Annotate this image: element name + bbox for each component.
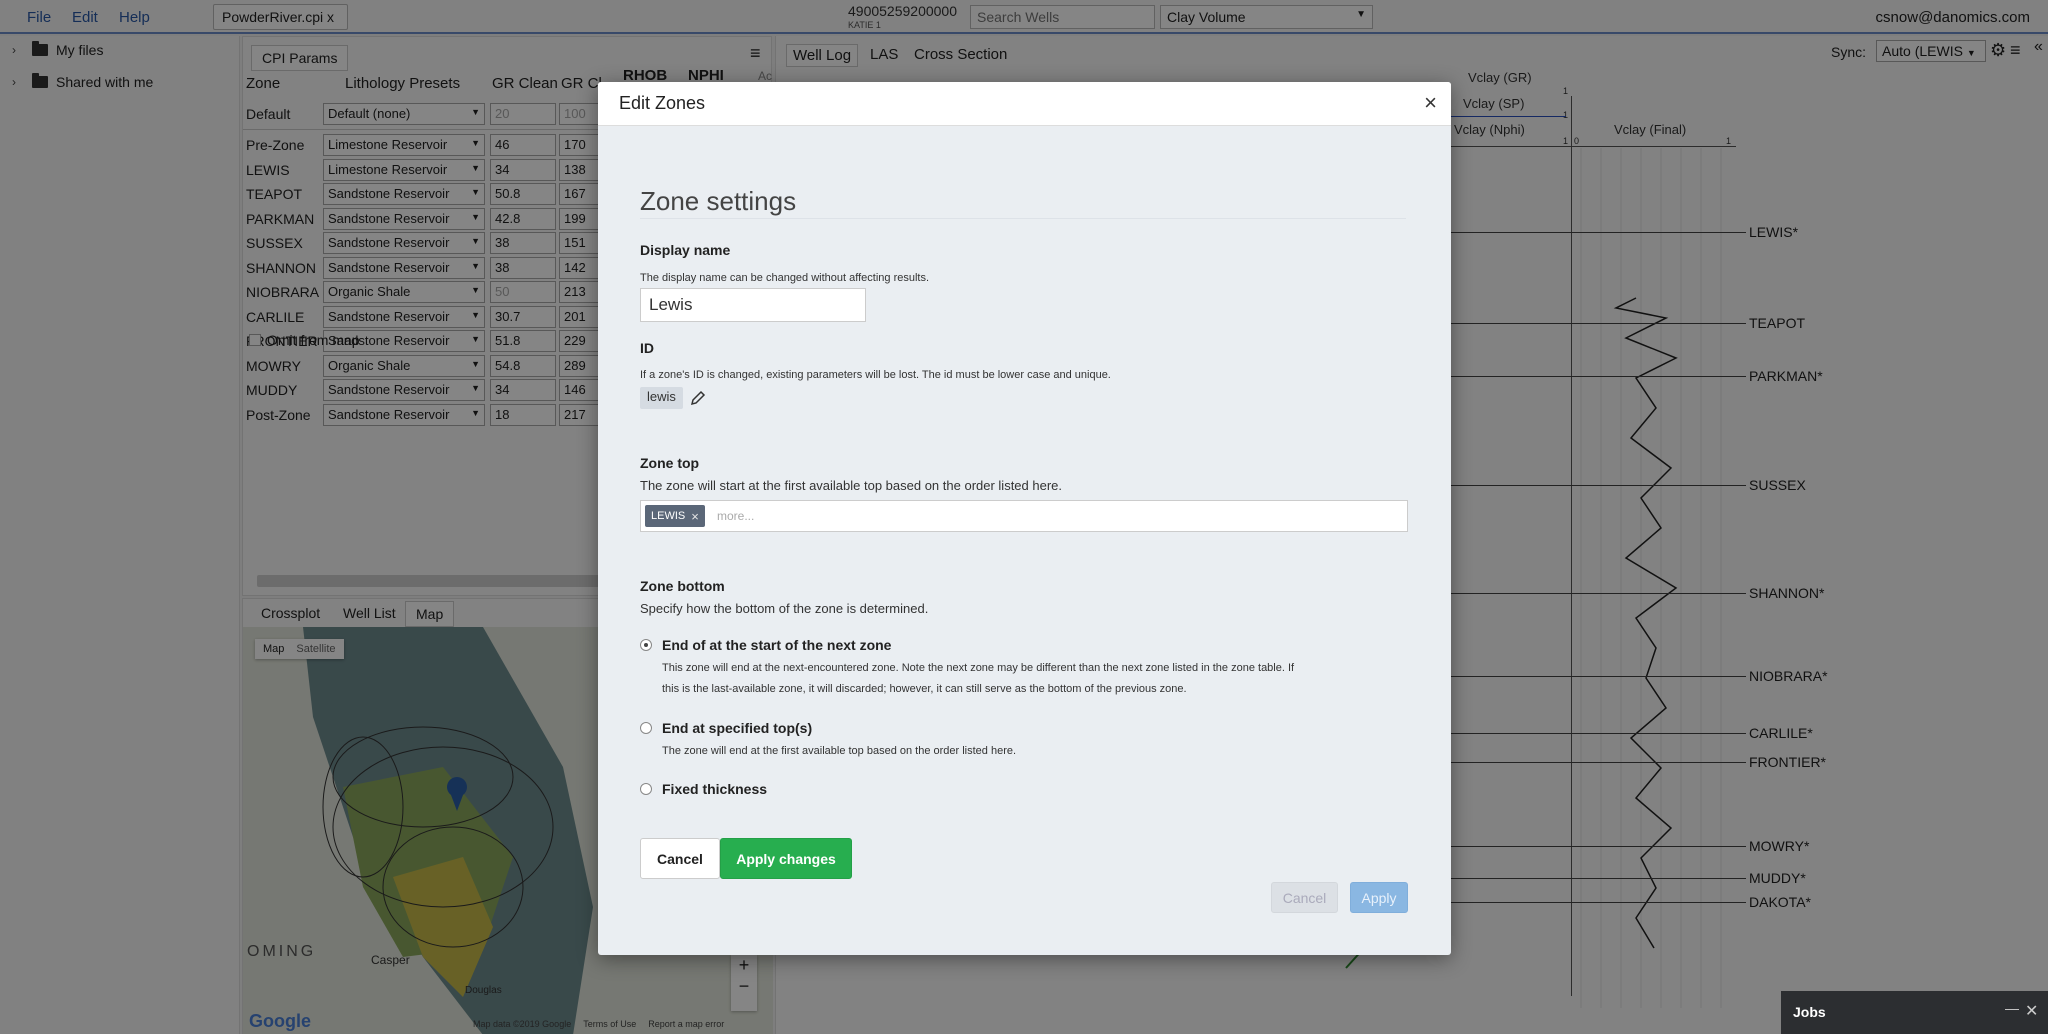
remove-tag-icon[interactable]: × — [691, 509, 699, 524]
radio-label[interactable]: End of at the start of the next zone — [662, 637, 891, 653]
section-title: Zone settings — [640, 186, 797, 216]
id-value: lewis — [640, 387, 683, 409]
zone-top-tag: LEWIS × — [645, 505, 705, 527]
zone-top-label: Zone top — [640, 455, 700, 471]
radio-desc-line: this is the last-available zone, it will… — [662, 683, 1187, 695]
close-icon[interactable]: × — [1424, 90, 1437, 116]
zone-bottom-help: Specify how the bottom of the zone is de… — [640, 601, 929, 616]
zone-top-help: The zone will start at the first availab… — [640, 478, 1063, 493]
display-name-label: Display name — [640, 242, 731, 258]
footer-cancel-button[interactable]: Cancel — [1271, 882, 1338, 913]
minimize-icon[interactable]: — — [2005, 1000, 2019, 1016]
radio-next-zone[interactable] — [640, 639, 652, 651]
pencil-icon[interactable] — [689, 389, 707, 407]
radio-label[interactable]: End at specified top(s) — [662, 720, 812, 736]
radio-desc-line: This zone will end at the next-encounter… — [662, 662, 1295, 674]
zone-bottom-label: Zone bottom — [640, 578, 725, 594]
modal-header: Edit Zones × — [598, 82, 1451, 126]
zone-top-tag-input[interactable]: LEWIS × more... — [640, 500, 1408, 532]
display-name-help: The display name can be changed without … — [640, 272, 930, 284]
radio-label[interactable]: Fixed thickness — [662, 781, 767, 797]
radio-description: This zone will end at the next-encounter… — [662, 658, 1422, 700]
id-label: ID — [640, 340, 654, 356]
radio-description: The zone will end at the first available… — [662, 741, 1422, 762]
jobs-bar[interactable]: Jobs — ✕ — [1781, 991, 2048, 1034]
jobs-label: Jobs — [1793, 1004, 1826, 1020]
edit-zones-modal: Edit Zones × Zone settings Display name … — [598, 82, 1451, 955]
radio-specified-tops[interactable] — [640, 722, 652, 734]
footer-apply-button[interactable]: Apply — [1350, 882, 1408, 913]
close-icon[interactable]: ✕ — [2025, 1001, 2038, 1021]
modal-title: Edit Zones — [619, 93, 706, 113]
tag-label: LEWIS — [651, 510, 686, 522]
display-name-input[interactable] — [640, 288, 866, 322]
tag-input-placeholder[interactable]: more... — [717, 509, 754, 523]
divider — [640, 218, 1406, 219]
radio-desc-line: The zone will end at the first available… — [662, 745, 1017, 757]
id-help: If a zone's ID is changed, existing para… — [640, 369, 1111, 381]
cancel-button[interactable]: Cancel — [640, 838, 720, 879]
apply-changes-button[interactable]: Apply changes — [720, 838, 852, 879]
radio-fixed-thickness[interactable] — [640, 783, 652, 795]
